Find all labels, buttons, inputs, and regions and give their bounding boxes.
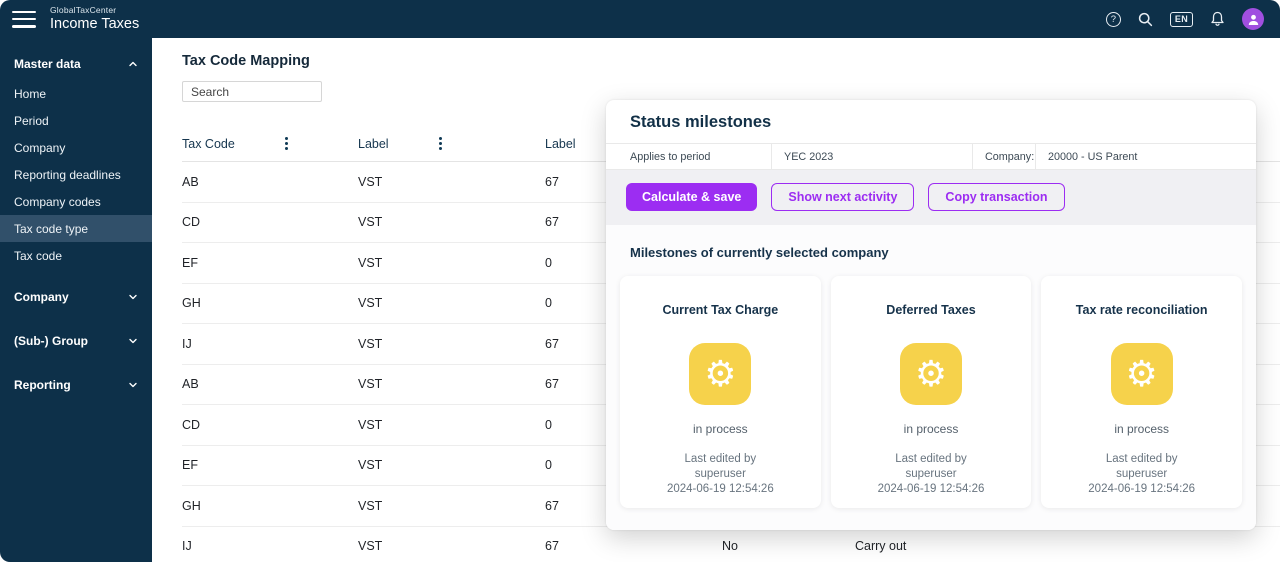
sidebar-item-tax-code-type[interactable]: Tax code type xyxy=(0,215,152,242)
cell-label: VST xyxy=(358,215,545,229)
cell-label: VST xyxy=(358,499,545,513)
gear-icon: ⚙ xyxy=(1111,343,1173,405)
milestone-last-edited: Last edited by superuser 2024-06-19 12:5… xyxy=(1041,452,1242,497)
sidebar-section-company[interactable]: Company xyxy=(0,281,152,313)
column-menu-icon[interactable] xyxy=(439,137,442,151)
milestones-section-title: Milestones of currently selected company xyxy=(630,245,1242,260)
sidebar-section-label: Company xyxy=(14,290,69,304)
sidebar-section-label: Reporting xyxy=(14,378,71,392)
page-app-title: Income Taxes xyxy=(50,16,139,33)
sidebar-item-company[interactable]: Company xyxy=(0,134,152,161)
cell-carry-out: Carry out xyxy=(855,539,1280,553)
chevron-down-icon xyxy=(128,292,138,302)
gear-icon: ⚙ xyxy=(900,343,962,405)
company-label: Company: xyxy=(972,144,1035,169)
cell-label: VST xyxy=(358,256,545,270)
help-icon[interactable]: ? xyxy=(1106,12,1121,27)
applies-to-period-label: Applies to period xyxy=(606,144,771,169)
modal-actions: Calculate & save Show next activity Copy… xyxy=(606,170,1256,225)
milestone-card-title: Deferred Taxes xyxy=(831,303,1032,317)
cell-tax-code: AB xyxy=(182,175,358,189)
table-row[interactable]: IJ VST 67 No Carry out xyxy=(182,527,1280,562)
cell-tax-code: GH xyxy=(182,499,358,513)
sidebar-item-reporting-deadlines[interactable]: Reporting deadlines xyxy=(0,161,152,188)
gear-icon: ⚙ xyxy=(689,343,751,405)
cell-tax-code: CD xyxy=(182,215,358,229)
period-value[interactable]: YEC 2023 xyxy=(771,144,972,169)
cell-no: No xyxy=(722,539,855,553)
company-value[interactable]: 20000 - US Parent xyxy=(1035,144,1256,169)
brand-name: GlobalTaxCenter xyxy=(50,6,139,16)
cell-label: VST xyxy=(358,539,545,553)
sidebar-section-master-data[interactable]: Master data xyxy=(0,48,152,80)
show-next-activity-button[interactable]: Show next activity xyxy=(771,183,914,211)
cell-label: VST xyxy=(358,296,545,310)
chevron-up-icon xyxy=(128,59,138,69)
cell-label: VST xyxy=(358,175,545,189)
cell-tax-code: AB xyxy=(182,377,358,391)
column-menu-icon[interactable] xyxy=(285,137,288,151)
sidebar-item-company-codes[interactable]: Company codes xyxy=(0,188,152,215)
copy-transaction-button[interactable]: Copy transaction xyxy=(928,183,1064,211)
milestone-card-tax-rate-reconciliation: Tax rate reconciliation ⚙ in process Las… xyxy=(1041,276,1242,508)
modal-title: Status milestones xyxy=(630,113,1232,132)
notifications-bell-icon[interactable] xyxy=(1210,11,1225,27)
column-header-label-2: Label xyxy=(545,137,576,151)
column-header-label-1: Label xyxy=(358,137,389,151)
milestone-card-deferred-taxes: Deferred Taxes ⚙ in process Last edited … xyxy=(831,276,1032,508)
cell-tax-code: CD xyxy=(182,418,358,432)
milestone-last-edited: Last edited by superuser 2024-06-19 12:5… xyxy=(620,452,821,497)
chevron-down-icon xyxy=(128,380,138,390)
column-header-tax-code: Tax Code xyxy=(182,137,235,151)
app-window: GlobalTaxCenter Income Taxes ? EN Master… xyxy=(0,0,1280,562)
milestone-card-title: Current Tax Charge xyxy=(620,303,821,317)
sidebar-section-label: (Sub-) Group xyxy=(14,334,88,348)
hamburger-menu-icon[interactable] xyxy=(12,11,36,28)
calculate-save-button[interactable]: Calculate & save xyxy=(626,183,757,211)
cell-tax-code: IJ xyxy=(182,337,358,351)
cell-tax-code: IJ xyxy=(182,539,358,553)
milestone-status: in process xyxy=(1041,422,1242,436)
status-milestones-panel: Status milestones Applies to period YEC … xyxy=(606,100,1256,530)
app-brand: GlobalTaxCenter Income Taxes xyxy=(50,6,139,32)
user-avatar[interactable] xyxy=(1242,8,1264,30)
chevron-down-icon xyxy=(128,336,138,346)
milestone-card-title: Tax rate reconciliation xyxy=(1041,303,1242,317)
page-title: Tax Code Mapping xyxy=(182,53,1280,69)
cell-tax-code: GH xyxy=(182,296,358,310)
cell-label: VST xyxy=(358,337,545,351)
cell-tax-code: EF xyxy=(182,458,358,472)
cell-label: VST xyxy=(358,418,545,432)
milestone-status: in process xyxy=(831,422,1032,436)
sidebar-section-label: Master data xyxy=(14,57,81,71)
milestone-status: in process xyxy=(620,422,821,436)
sidebar-section-sub-group[interactable]: (Sub-) Group xyxy=(0,325,152,357)
cell-value: 67 xyxy=(545,539,722,553)
milestone-last-edited: Last edited by superuser 2024-06-19 12:5… xyxy=(831,452,1032,497)
cell-tax-code: EF xyxy=(182,256,358,270)
cell-label: VST xyxy=(358,458,545,472)
sidebar-section-reporting[interactable]: Reporting xyxy=(0,369,152,401)
topbar: GlobalTaxCenter Income Taxes ? EN xyxy=(0,0,1280,38)
milestone-card-current-tax-charge: Current Tax Charge ⚙ in process Last edi… xyxy=(620,276,821,508)
language-selector[interactable]: EN xyxy=(1170,12,1193,27)
search-icon[interactable] xyxy=(1138,12,1153,27)
sidebar-item-home[interactable]: Home xyxy=(0,80,152,107)
cell-label: VST xyxy=(358,377,545,391)
sidebar-item-period[interactable]: Period xyxy=(0,107,152,134)
period-company-row: Applies to period YEC 2023 Company: 2000… xyxy=(606,143,1256,170)
sidebar: Master data Home Period Company Reportin… xyxy=(0,38,152,562)
sidebar-item-tax-code[interactable]: Tax code xyxy=(0,242,152,269)
search-input[interactable] xyxy=(182,81,322,102)
